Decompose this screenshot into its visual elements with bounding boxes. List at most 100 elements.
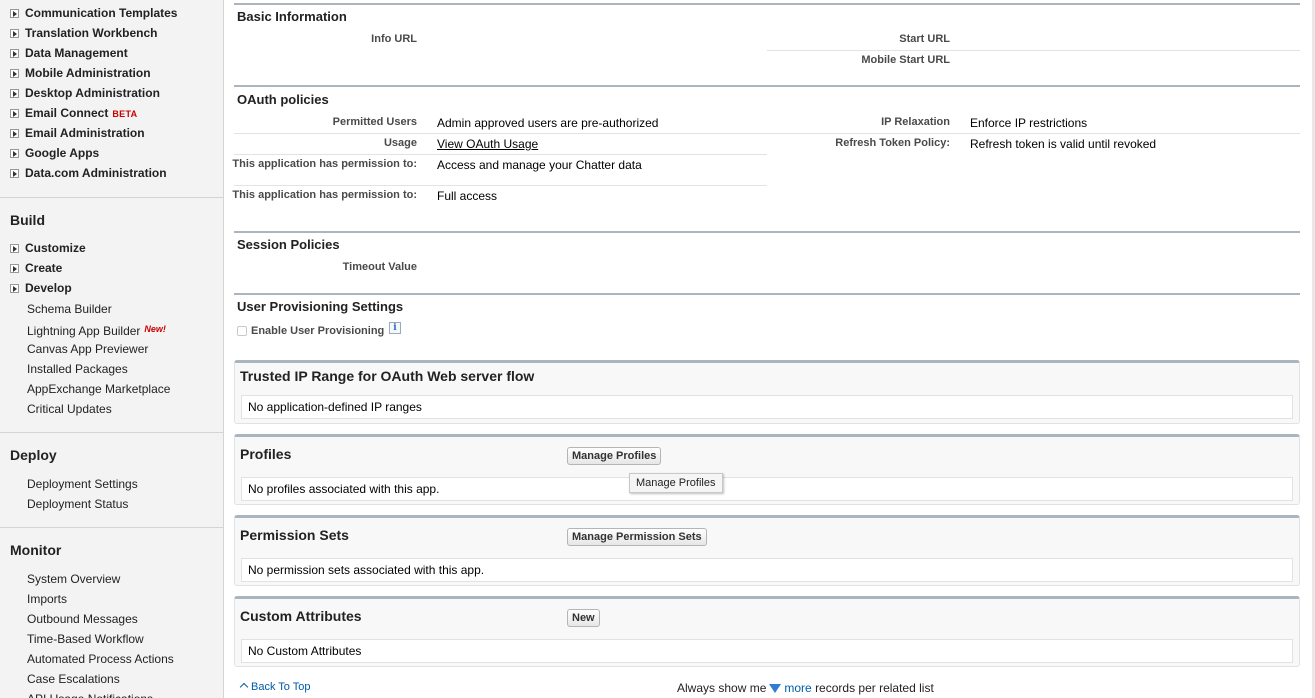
info-url-label: Info URL — [371, 33, 417, 45]
usage-label: Usage — [383, 137, 417, 149]
permission-sets-related-list: Permission Sets Manage Permission Sets N… — [234, 515, 1300, 586]
trusted-ip-range-related-list: Trusted IP Range for OAuth Web server fl… — [234, 360, 1300, 424]
main-content: Basic Information Info URL Start URL Mob… — [224, 0, 1315, 698]
divider — [0, 432, 223, 433]
deploy-heading: Deploy — [10, 447, 57, 463]
row-divider — [234, 133, 767, 134]
beta-badge: BETA — [112, 109, 138, 119]
back-to-top-link[interactable]: Back To Top — [239, 681, 311, 693]
sidebar-item-datacom-administration[interactable]: Data.com Administration — [10, 164, 167, 182]
permission-label: This application has permission to: — [232, 158, 417, 170]
session-policies-heading: Session Policies — [237, 237, 340, 252]
custom-attributes-related-list: Custom Attributes New No Custom Attribut… — [234, 596, 1300, 667]
sidebar-item-installed-packages[interactable]: Installed Packages — [27, 360, 128, 378]
sidebar-item-email-administration[interactable]: Email Administration — [10, 124, 145, 142]
mobile-start-url-label: Mobile Start URL — [861, 54, 950, 66]
sidebar-item-create[interactable]: Create — [10, 259, 62, 277]
refresh-token-policy-value: Refresh token is valid until revoked — [970, 137, 1157, 151]
expand-triangle-icon[interactable] — [10, 264, 19, 273]
expand-triangle-icon[interactable] — [10, 9, 19, 18]
sidebar-item-deployment-status[interactable]: Deployment Status — [27, 495, 128, 513]
trusted-ip-range-empty: No application-defined IP ranges — [241, 395, 1293, 419]
sidebar-item-deployment-settings[interactable]: Deployment Settings — [27, 475, 138, 493]
expand-triangle-icon[interactable] — [10, 129, 19, 138]
sidebar-item-schema-builder[interactable]: Schema Builder — [27, 300, 112, 318]
sidebar-item-outbound-messages[interactable]: Outbound Messages — [27, 610, 138, 628]
profiles-empty: No profiles associated with this app. — [241, 477, 1293, 501]
enable-user-provisioning-label: Enable User Provisioning — [251, 325, 385, 337]
sidebar-item-imports[interactable]: Imports — [27, 590, 67, 608]
divider — [0, 197, 223, 198]
oauth-policies-heading: OAuth policies — [237, 92, 329, 107]
sidebar-item-lightning-app-builder[interactable]: Lightning App Builder New! — [27, 320, 166, 338]
permission-sets-empty: No permission sets associated with this … — [241, 558, 1293, 582]
permitted-users-label: Permitted Users — [332, 116, 417, 128]
row-divider — [767, 50, 1300, 51]
new-custom-attribute-button[interactable]: New — [567, 609, 600, 627]
permission-value: Full access — [437, 189, 498, 203]
expand-triangle-icon[interactable] — [10, 89, 19, 98]
build-heading: Build — [10, 212, 45, 228]
new-badge: New! — [144, 324, 166, 334]
expand-triangle-icon[interactable] — [10, 109, 19, 118]
section-divider — [234, 231, 1300, 233]
chevron-up-icon — [239, 682, 249, 692]
sidebar-item-api-usage-notifications[interactable]: API Usage Notifications — [27, 690, 153, 698]
permission-label: This application has permission to: — [232, 189, 417, 201]
section-divider — [234, 293, 1300, 295]
sidebar-item-email-connect[interactable]: Email Connect BETA — [10, 104, 137, 122]
info-icon[interactable]: i — [389, 322, 401, 334]
section-divider — [234, 3, 1300, 5]
permission-sets-heading: Permission Sets — [240, 527, 349, 543]
basic-information-heading: Basic Information — [237, 9, 347, 24]
profiles-heading: Profiles — [240, 446, 292, 462]
ip-relaxation-label: IP Relaxation — [881, 116, 950, 128]
sidebar-item-automated-process-actions[interactable]: Automated Process Actions — [27, 650, 174, 668]
sidebar-item-translation-workbench[interactable]: Translation Workbench — [10, 24, 157, 42]
custom-attributes-heading: Custom Attributes — [240, 608, 362, 624]
expand-triangle-icon[interactable] — [10, 69, 19, 78]
sidebar-item-time-based-workflow[interactable]: Time-Based Workflow — [27, 630, 144, 648]
ip-relaxation-value: Enforce IP restrictions — [970, 116, 1088, 130]
section-divider — [234, 85, 1300, 87]
sidebar-item-appexchange-marketplace[interactable]: AppExchange Marketplace — [27, 380, 170, 398]
sidebar-item-google-apps[interactable]: Google Apps — [10, 144, 99, 162]
refresh-token-policy-label: Refresh Token Policy: — [835, 137, 950, 149]
sidebar-item-desktop-administration[interactable]: Desktop Administration — [10, 84, 160, 102]
timeout-value-label: Timeout Value — [342, 261, 417, 273]
user-provisioning-heading: User Provisioning Settings — [237, 299, 404, 314]
enable-user-provisioning-checkbox[interactable] — [237, 326, 247, 336]
more-records-link[interactable]: more — [784, 681, 811, 695]
custom-attributes-empty: No Custom Attributes — [241, 639, 1293, 663]
expand-triangle-icon[interactable] — [10, 49, 19, 58]
expand-triangle-icon[interactable] — [10, 169, 19, 178]
row-divider — [234, 154, 767, 155]
sidebar-item-data-management[interactable]: Data Management — [10, 44, 128, 62]
expand-triangle-icon[interactable] — [10, 149, 19, 158]
manage-profiles-button[interactable]: Manage Profiles — [567, 447, 662, 465]
divider — [0, 527, 223, 528]
manage-profiles-tooltip: Manage Profiles — [629, 473, 723, 493]
related-list-setting: Always show me more records per related l… — [677, 681, 934, 695]
view-oauth-usage-link[interactable]: View OAuth Usage — [437, 137, 538, 151]
expand-triangle-icon[interactable] — [10, 29, 19, 38]
sidebar-item-system-overview[interactable]: System Overview — [27, 570, 120, 588]
caret-down-icon[interactable] — [769, 684, 782, 693]
row-divider — [767, 133, 1300, 134]
setup-sidebar: Communication Templates Translation Work… — [0, 0, 224, 698]
permitted-users-value: Admin approved users are pre-authorized — [437, 116, 659, 130]
sidebar-item-customize[interactable]: Customize — [10, 239, 86, 257]
sidebar-item-case-escalations[interactable]: Case Escalations — [27, 670, 120, 688]
monitor-heading: Monitor — [10, 542, 62, 558]
sidebar-item-mobile-administration[interactable]: Mobile Administration — [10, 64, 151, 82]
sidebar-item-critical-updates[interactable]: Critical Updates — [27, 400, 112, 418]
sidebar-item-develop[interactable]: Develop — [10, 279, 72, 297]
expand-triangle-icon[interactable] — [10, 244, 19, 253]
sidebar-item-canvas-app-previewer[interactable]: Canvas App Previewer — [27, 340, 148, 358]
permission-value: Access and manage your Chatter data — [437, 158, 642, 172]
expand-triangle-icon[interactable] — [10, 284, 19, 293]
trusted-ip-range-heading: Trusted IP Range for OAuth Web server fl… — [240, 368, 535, 384]
row-divider — [234, 185, 767, 186]
sidebar-item-communication-templates[interactable]: Communication Templates — [10, 4, 177, 22]
manage-permission-sets-button[interactable]: Manage Permission Sets — [567, 528, 707, 546]
